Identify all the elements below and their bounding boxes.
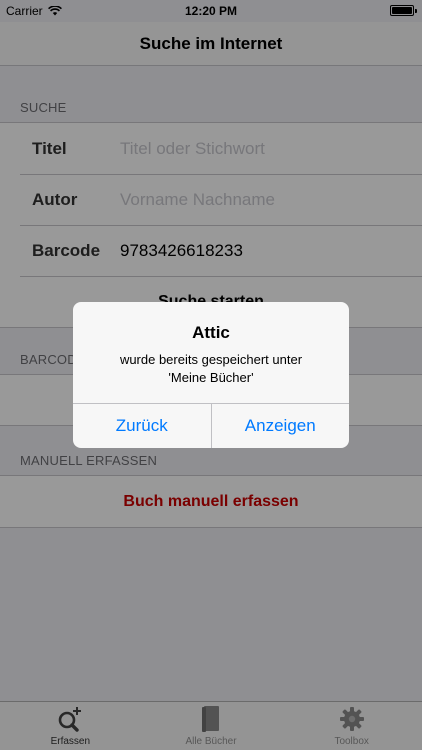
alert-buttons: Zurück Anzeigen: [73, 403, 349, 448]
alert-message-line1: wurde bereits gespeichert unter: [119, 352, 303, 367]
show-button[interactable]: Anzeigen: [210, 404, 350, 448]
back-button[interactable]: Zurück: [73, 404, 211, 448]
alert-message-line2: 'Meine Bücher': [168, 370, 254, 385]
alert-dialog: Attic wurde bereits gespeichert unter 'M…: [73, 302, 349, 448]
alert-message: wurde bereits gespeichert unter 'Meine B…: [83, 351, 339, 387]
alert-title: Attic: [192, 323, 230, 342]
